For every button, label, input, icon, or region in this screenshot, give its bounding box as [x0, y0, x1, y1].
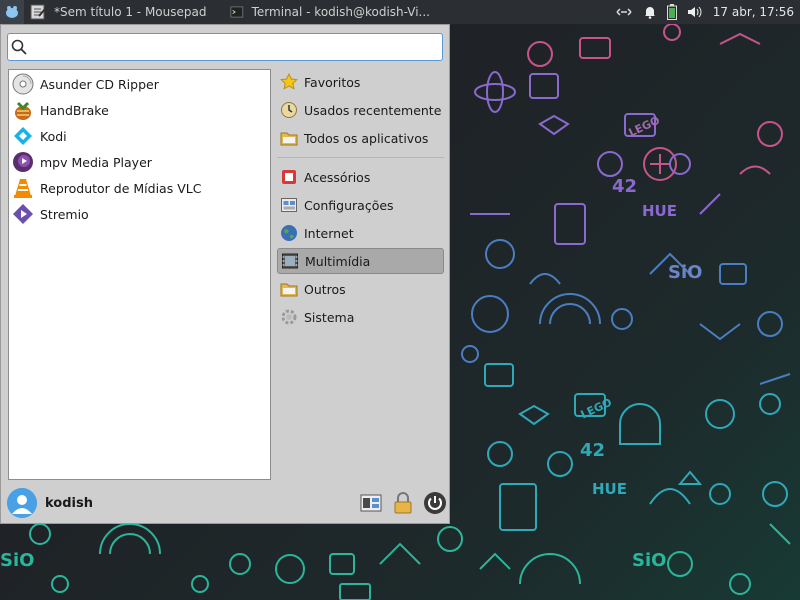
system-gear-icon [281, 309, 297, 325]
settings-manager-icon [360, 494, 382, 512]
mpv-icon [13, 152, 33, 172]
star-icon [280, 73, 298, 90]
app-label: HandBrake [40, 102, 109, 118]
wallpaper-42-text: 42 [612, 176, 637, 197]
power-icon [424, 492, 446, 514]
category-label: Internet [304, 225, 354, 241]
folder-icon [280, 132, 298, 146]
volume-icon[interactable] [687, 5, 703, 19]
multimedia-icon [282, 253, 298, 269]
wallpaper-lego-text-2: LEGO [579, 396, 614, 422]
settings-manager-button[interactable] [359, 491, 383, 515]
battery-icon[interactable] [666, 4, 677, 20]
folder-icon [280, 283, 298, 297]
app-item-kodi[interactable]: Kodi [9, 123, 270, 149]
taskbar-item-terminal[interactable]: Terminal - kodish@kodish-Vi... [224, 0, 436, 24]
accessories-icon [282, 170, 296, 184]
category-label: Outros [304, 281, 346, 297]
category-label: Favoritos [304, 74, 361, 90]
taskbar-item-label: *Sem título 1 - Mousepad [54, 5, 207, 19]
logout-button[interactable] [423, 491, 447, 515]
kodi-icon [14, 127, 32, 145]
category-label: Sistema [304, 309, 355, 325]
terminal-icon [230, 6, 244, 18]
application-list: Asunder CD Ripper HandBrake Kodi mpv Med… [8, 69, 271, 480]
app-item-asunder[interactable]: Asunder CD Ripper [9, 71, 270, 97]
user-avatar [7, 488, 37, 518]
search-input[interactable] [30, 39, 438, 55]
taskbar-item-mousepad[interactable]: *Sem título 1 - Mousepad [24, 0, 224, 24]
category-others[interactable]: Outros [277, 276, 444, 302]
category-label: Acessórios [304, 169, 371, 185]
lock-screen-button[interactable] [391, 491, 415, 515]
system-tray: 17 abr, 17:56 [615, 4, 800, 20]
wallpaper-sio2-text-3: SiO [0, 550, 34, 571]
category-list: Favoritos Usados recentemente Todos os a… [277, 69, 444, 332]
clock-icon [281, 102, 297, 118]
category-recent[interactable]: Usados recentemente [277, 97, 444, 123]
search-icon [8, 39, 30, 55]
lock-icon [394, 492, 412, 514]
wallpaper-42-text-2: 42 [580, 440, 605, 461]
mousepad-icon [30, 4, 46, 20]
category-label: Usados recentemente [304, 102, 442, 118]
user-avatar-icon [7, 488, 37, 518]
category-label: Multimídia [305, 253, 371, 269]
whisker-menu-button[interactable] [0, 0, 24, 24]
wallpaper-sio2-text-2: SiO [632, 550, 666, 571]
app-item-vlc[interactable]: Reprodutor de Mídias VLC [9, 175, 270, 201]
category-label: Todos os aplicativos [304, 130, 429, 146]
globe-icon [281, 225, 297, 241]
wallpaper-hue-text-2: HUE [592, 480, 627, 498]
taskbar-item-label: Terminal - kodish@kodish-Vi... [251, 5, 430, 19]
settings-icon [281, 198, 297, 212]
wallpaper-hue-text: HUE [642, 202, 677, 220]
category-system[interactable]: Sistema [277, 304, 444, 330]
app-item-stremio[interactable]: Stremio [9, 201, 270, 227]
xfce-mouse-icon [6, 6, 18, 18]
category-separator [277, 157, 444, 158]
app-item-mpv[interactable]: mpv Media Player [9, 149, 270, 175]
menu-footer: kodish [7, 485, 447, 521]
app-label: mpv Media Player [40, 154, 152, 170]
clock[interactable]: 17 abr, 17:56 [713, 5, 794, 19]
category-multimedia[interactable]: Multimídia [277, 248, 444, 274]
top-panel: *Sem título 1 - Mousepad Terminal - kodi… [0, 0, 800, 24]
footer-buttons [359, 491, 447, 515]
wallpaper-sio2-text: SiO [668, 262, 702, 283]
network-icon[interactable] [615, 5, 633, 19]
app-label: Stremio [40, 206, 89, 222]
vlc-icon [14, 179, 32, 198]
category-settings[interactable]: Configurações [277, 192, 444, 218]
category-accessories[interactable]: Acessórios [277, 164, 444, 190]
cd-ripper-icon [12, 73, 34, 95]
stremio-icon [13, 204, 33, 224]
app-label: Reprodutor de Mídias VLC [40, 180, 202, 196]
user-name: kodish [45, 495, 93, 511]
app-label: Asunder CD Ripper [40, 76, 159, 92]
app-item-handbrake[interactable]: HandBrake [9, 97, 270, 123]
category-label: Configurações [304, 197, 394, 213]
whisker-menu: Asunder CD Ripper HandBrake Kodi mpv Med… [0, 24, 450, 524]
search-box[interactable] [7, 33, 443, 61]
category-internet[interactable]: Internet [277, 220, 444, 246]
handbrake-icon [15, 101, 31, 120]
category-favorites[interactable]: Favoritos [277, 69, 444, 95]
notification-bell-icon[interactable] [643, 5, 657, 19]
category-all-apps[interactable]: Todos os aplicativos [277, 125, 444, 151]
app-label: Kodi [40, 128, 67, 144]
